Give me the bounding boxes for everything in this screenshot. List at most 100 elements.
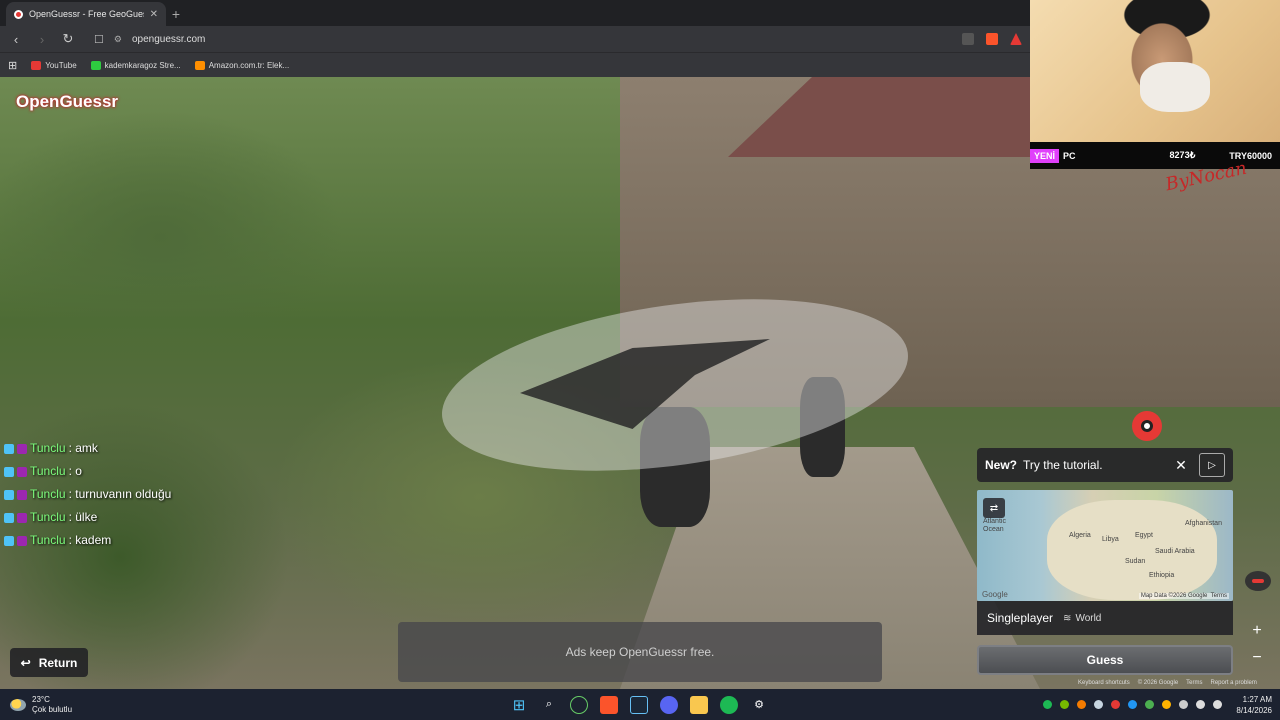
tab-bar: OpenGuessr - Free GeoGuess ✕ + (0, 0, 1030, 26)
close-tab-icon[interactable]: ✕ (150, 9, 158, 20)
badge-icon (4, 443, 14, 454)
map-terms-link[interactable]: Terms (1211, 593, 1227, 599)
badge-icon (17, 535, 27, 546)
chat-message: Tunclu: o (4, 460, 171, 483)
clock-date: 8/14/2026 (1236, 705, 1272, 715)
mic-tray-icon[interactable] (1179, 700, 1189, 709)
chat-text: : kadem (68, 533, 112, 547)
badge-icon (17, 512, 27, 523)
translate-icon[interactable] (962, 33, 974, 45)
cat-image (1140, 62, 1210, 112)
play-tutorial-button[interactable]: ▷ (1199, 453, 1225, 477)
bluetooth-tray-icon[interactable] (1128, 700, 1138, 709)
bookmark-label: kademkaragoz Stre... (104, 60, 181, 70)
badge-icon (17, 489, 27, 500)
chat-text: : turnuvanın olduğu (68, 487, 172, 501)
map-label: Ethiopia (1149, 572, 1175, 579)
bookmark-kick[interactable]: kademkaragoz Stre... (90, 60, 181, 70)
bookmark-label: Amazon.com.tr: Elek... (208, 60, 290, 70)
discord-icon[interactable] (660, 695, 678, 714)
return-button[interactable]: ↩ Return (10, 648, 88, 677)
spotify-tray-icon[interactable] (1043, 700, 1053, 709)
apps-grid-icon[interactable]: ⊞ (8, 59, 17, 72)
weather-widget[interactable]: 23°C Çok bulutlu (0, 695, 200, 715)
tutorial-new-label: New? (985, 458, 1018, 472)
guess-panel: New? Try the tutorial. ✕ ▷ Atlantic Ocea… (977, 448, 1233, 682)
app-tray-icon[interactable] (1111, 700, 1121, 709)
terms-link[interactable]: Terms (1186, 680, 1202, 686)
bookmark-icon[interactable]: ☐ (94, 33, 104, 46)
nvidia-tray-icon[interactable] (1060, 700, 1070, 709)
tab-title: OpenGuessr - Free GeoGuess (29, 9, 144, 19)
spotify-icon[interactable] (720, 695, 738, 714)
tutorial-banner: New? Try the tutorial. ✕ ▷ (977, 448, 1233, 482)
chat-user: Tunclu (30, 464, 66, 478)
windows-start-icon[interactable]: ⊞ (510, 696, 528, 714)
region-selector[interactable]: ≋ World (1063, 613, 1101, 624)
extensions-area (962, 33, 1022, 45)
map-label: Afghanistan (1185, 520, 1222, 527)
settings-icon[interactable]: ⚙ (750, 696, 768, 714)
map-expand-icon[interactable]: ⇄ (983, 498, 1005, 518)
zoom-in-icon[interactable]: + (1246, 620, 1268, 642)
goal-current: 8273₺ (1169, 150, 1196, 160)
map-label: Saudi Arabia (1155, 548, 1195, 555)
taskbar-apps: ⊞ ⌕ ⚙ (510, 689, 768, 720)
file-explorer-icon[interactable] (690, 695, 708, 714)
red-mascot-icon (1132, 411, 1162, 441)
chat-message: Tunclu: amk (4, 437, 171, 460)
tab-openguessr[interactable]: OpenGuessr - Free GeoGuess ✕ (6, 2, 166, 26)
chat-text: : o (68, 464, 82, 478)
google-logo: Google (982, 590, 1008, 599)
brave-icon[interactable] (600, 695, 618, 714)
region-label: World (1075, 612, 1102, 624)
stream-chat-overlay: Tunclu: amk Tunclu: o Tunclu: turnuvanın… (4, 437, 171, 552)
new-tab-button[interactable]: + (166, 2, 186, 26)
zoom-out-icon[interactable]: − (1246, 647, 1268, 669)
brave-shield-icon[interactable] (986, 33, 998, 45)
report-problem-link[interactable]: Report a problem (1211, 680, 1257, 686)
guess-map[interactable]: Atlantic Ocean Algeria Libya Egypt Afgha… (977, 490, 1233, 601)
chat-text: : amk (68, 441, 98, 455)
xbox-icon[interactable] (570, 695, 588, 714)
map-attribution: Map Data ©2026 Google Terms (1138, 593, 1229, 599)
chat-user: Tunclu (30, 441, 66, 455)
compass-icon[interactable] (1245, 571, 1271, 591)
brave-rewards-icon[interactable] (1010, 33, 1022, 45)
steam-tray-icon[interactable] (1094, 700, 1104, 709)
badge-icon (4, 512, 14, 523)
site-info-icon[interactable]: ⚙ (114, 34, 122, 45)
openguessr-logo[interactable]: OpenGuessr (16, 92, 118, 112)
nav-bar: ‹ › ↻ ☐ ⚙ openguessr.com (0, 26, 1030, 52)
reload-icon[interactable]: ↻ (60, 31, 76, 47)
chat-message: Tunclu: turnuvanın olduğu (4, 483, 171, 506)
folder-tray-icon[interactable] (1162, 700, 1172, 709)
chat-message: Tunclu: kadem (4, 529, 171, 552)
network-tray-icon[interactable] (1196, 700, 1206, 709)
chat-user: Tunclu (30, 487, 66, 501)
volume-tray-icon[interactable] (1213, 700, 1223, 709)
chat-user: Tunclu (30, 510, 66, 524)
forward-icon[interactable]: › (34, 32, 50, 47)
steam-icon[interactable] (630, 695, 648, 714)
mode-bar: Singleplayer ≋ World (977, 601, 1233, 635)
back-icon[interactable]: ‹ (8, 32, 24, 47)
bookmark-amazon[interactable]: Amazon.com.tr: Elek... (194, 60, 290, 70)
tutorial-text: Try the tutorial. (1023, 458, 1103, 472)
street-view-footer: Keyboard shortcuts © 2026 Google Terms R… (1078, 680, 1257, 686)
keyboard-shortcuts-link[interactable]: Keyboard shortcuts (1078, 680, 1130, 686)
search-icon[interactable]: ⌕ (540, 696, 558, 714)
return-arrow-icon: ↩ (20, 655, 31, 670)
close-tutorial-icon[interactable]: ✕ (1169, 453, 1193, 477)
bookmark-label: YouTube (45, 60, 77, 70)
system-clock[interactable]: 1:27 AM 8/14/2026 (1236, 694, 1272, 716)
address-bar[interactable]: ☐ ⚙ openguessr.com (86, 29, 952, 49)
guess-button[interactable]: Guess (977, 645, 1233, 675)
system-tray: 1:27 AM 8/14/2026 (1043, 689, 1272, 720)
bookmarks-bar: ⊞ YouTube kademkaragoz Stre... Amazon.co… (0, 52, 1030, 77)
chat-text: : ülke (68, 510, 98, 524)
bookmark-youtube[interactable]: YouTube (31, 60, 77, 70)
cloud-tray-icon[interactable] (1077, 700, 1087, 709)
browser-window: OpenGuessr - Free GeoGuess ✕ + ‹ › ↻ ☐ ⚙… (0, 0, 1030, 77)
app-tray-icon[interactable] (1145, 700, 1155, 709)
